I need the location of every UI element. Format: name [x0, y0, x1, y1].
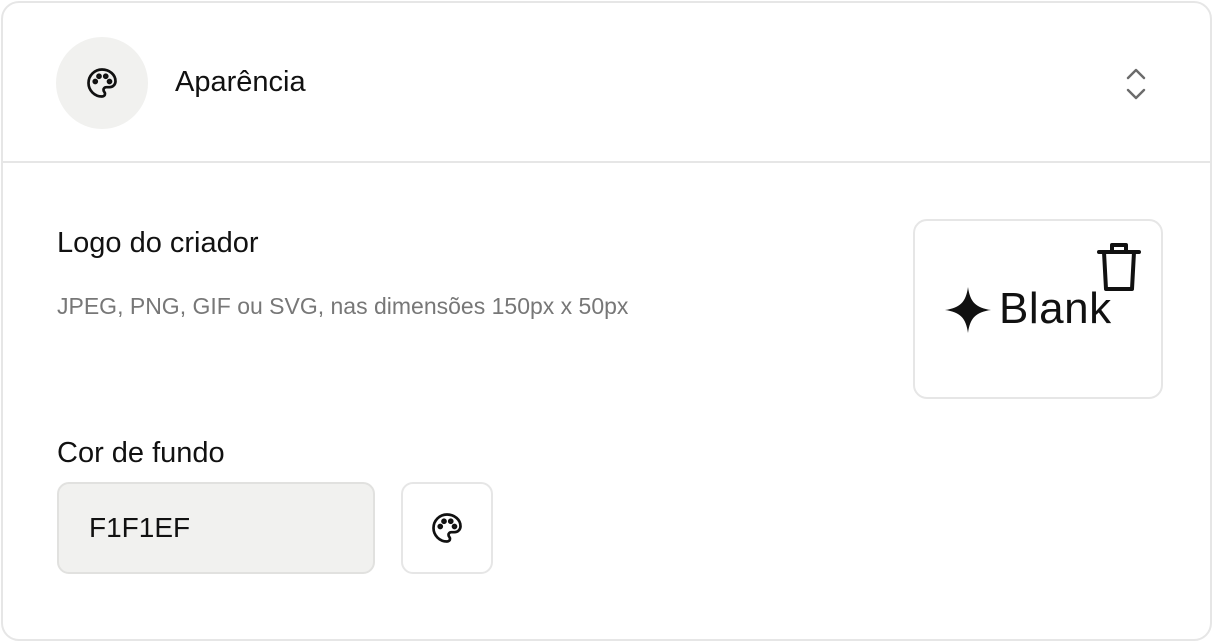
sparkle-star-icon: [945, 287, 991, 333]
appearance-header[interactable]: Aparência: [3, 3, 1210, 163]
palette-icon: [432, 513, 462, 543]
logo-preview-upload[interactable]: Blank: [913, 219, 1163, 399]
logo-section-title: Logo do criador: [57, 227, 259, 259]
logo-help-text: JPEG, PNG, GIF ou SVG, nas dimensões 150…: [57, 293, 629, 319]
chevron-up-down-icon: [1126, 68, 1146, 100]
color-picker-button[interactable]: [401, 482, 493, 574]
appearance-icon-badge: [56, 37, 148, 129]
background-color-title: Cor de fundo: [57, 437, 225, 469]
palette-icon: [87, 68, 117, 98]
background-color-input[interactable]: [57, 482, 375, 574]
appearance-panel: Aparência Logo do criador JPEG, PNG, GIF…: [1, 1, 1212, 641]
trash-icon: [1097, 243, 1141, 291]
delete-logo-button[interactable]: [1093, 239, 1145, 295]
appearance-title: Aparência: [175, 66, 306, 98]
section-toggle-button[interactable]: [1120, 65, 1152, 103]
